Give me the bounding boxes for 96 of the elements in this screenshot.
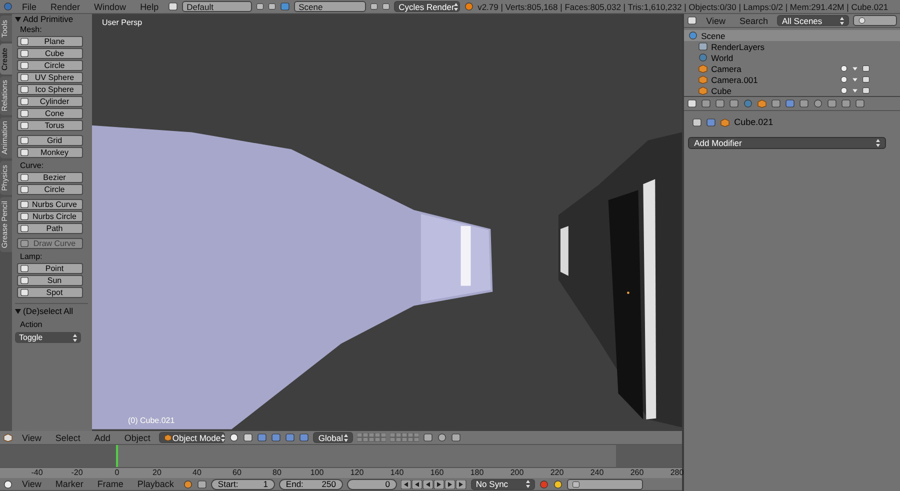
frame-tick-label: 120 [350, 468, 364, 477]
outliner-row[interactable]: Scene [684, 30, 900, 41]
add-primitive-button[interactable]: Torus [17, 120, 83, 131]
add-primitive-button[interactable]: Circle [17, 184, 83, 195]
end-frame-field[interactable]: End: 250 [278, 478, 343, 490]
layer-grid-icon[interactable] [357, 433, 386, 442]
cube-icon [3, 433, 13, 442]
frame-tick-label: 200 [510, 468, 524, 477]
menu-item[interactable]: File [17, 2, 42, 12]
add-primitive-button[interactable]: Spot [17, 287, 83, 298]
menu-item[interactable]: Render [46, 2, 86, 12]
frame-tick-label: 160 [430, 468, 444, 477]
menu-item[interactable]: View [17, 479, 46, 489]
frame-tick-label: 40 [192, 468, 202, 477]
mode-dropdown[interactable]: Object Mode [159, 432, 226, 443]
orientation-dropdown[interactable]: Global [313, 432, 354, 443]
add-primitive-button[interactable]: Monkey [17, 147, 83, 158]
up-down-arrows-icon [840, 16, 844, 24]
up-down-arrows-icon [220, 434, 225, 442]
render-engine-dropdown[interactable]: Cycles Render [394, 1, 460, 12]
action-dropdown[interactable]: Toggle [15, 332, 81, 343]
add-primitive-button[interactable]: Sun [17, 275, 83, 286]
outliner-row[interactable]: RenderLayers [684, 41, 900, 52]
collapse-triangle-icon[interactable] [15, 308, 21, 314]
menu-item[interactable]: Search [734, 16, 773, 26]
add-primitive-button[interactable]: Cylinder [17, 96, 83, 107]
group-label: Curve: [19, 160, 45, 170]
outliner-row[interactable]: World [684, 52, 900, 63]
add-primitive-button[interactable]: Nurbs Curve [17, 199, 83, 210]
add-primitive-button[interactable]: Plane [17, 36, 83, 47]
frame-tick-label: 60 [232, 468, 242, 477]
group-label: Mesh: [19, 24, 43, 34]
menu-item[interactable]: View [17, 432, 46, 442]
add-primitive-button[interactable]: UV Sphere [17, 72, 83, 83]
frame-tick-label: 260 [630, 468, 644, 477]
panel-title[interactable]: Add Primitive [23, 14, 74, 24]
group-label: Lamp: [19, 251, 44, 261]
frame-tick-label: -40 [31, 468, 43, 477]
search-field[interactable] [853, 15, 897, 26]
menu-item[interactable]: Frame [92, 479, 128, 489]
scene-stats: v2.79 | Verts:805,168 | Faces:805,032 | Tris:1,610,232 | Objects:0/30 | Lamps:0/2 | Mem:291.42M | Cube.021 [478, 2, 888, 12]
object-icon [698, 64, 708, 73]
add-primitive-button[interactable]: Point [17, 263, 83, 274]
frame-tick-label: 80 [272, 468, 282, 477]
view-label: User Persp [102, 18, 142, 27]
scene-filter-dropdown[interactable]: All Scenes [777, 15, 849, 26]
menu-item[interactable]: View [701, 16, 730, 26]
add-modifier-dropdown[interactable]: Add Modifier [688, 137, 886, 149]
up-down-arrows-icon [73, 334, 77, 342]
add-primitive-button[interactable]: Nurbs Circle [17, 211, 83, 222]
panel-title[interactable]: (De)select All [23, 306, 74, 316]
add-primitive-button[interactable]: Bezier [17, 172, 83, 183]
layer-grid-icon[interactable] [390, 433, 420, 442]
frame-tick-label: 220 [550, 468, 564, 477]
playback-controls-icon[interactable] [400, 480, 467, 488]
object-icon [698, 75, 708, 84]
menu-item[interactable]: Marker [50, 479, 88, 489]
cube-icon [164, 433, 172, 442]
layout-selector[interactable]: Default [182, 1, 252, 12]
object-icon [720, 118, 730, 126]
frame-tick-label: 0 [114, 468, 120, 477]
menu-item[interactable]: Playback [132, 479, 179, 489]
menu-item[interactable]: Add [89, 432, 116, 442]
menu-item[interactable]: Window [89, 2, 132, 12]
menu-item[interactable]: Object [119, 432, 156, 442]
up-down-arrows-icon [344, 434, 348, 442]
start-frame-field[interactable]: Start: 1 [210, 478, 275, 490]
outliner-row[interactable]: Camera.001 [684, 74, 900, 85]
up-down-arrows-icon [876, 139, 880, 147]
frame-tick-label: 100 [310, 468, 324, 477]
add-primitive-button[interactable]: Cube [17, 48, 83, 59]
scene-selector[interactable]: Scene [294, 1, 366, 12]
outliner-row[interactable]: Cube [684, 85, 900, 96]
menu-item[interactable]: Select [50, 432, 86, 442]
add-primitive-button[interactable]: Grid [17, 135, 83, 146]
frame-tick-label: 140 [390, 468, 404, 477]
current-frame-field[interactable]: 0 [346, 478, 397, 490]
keying-set-field[interactable] [566, 478, 643, 490]
object-icon [698, 86, 708, 95]
collapse-triangle-icon[interactable] [15, 16, 21, 22]
add-primitive-button[interactable]: Path [17, 223, 83, 234]
frame-tick-label: 20 [152, 468, 162, 477]
up-down-arrows-icon [526, 480, 530, 488]
frame-tick-label: 240 [590, 468, 604, 477]
field-label: Action [19, 319, 44, 329]
frame-tick-label: 180 [470, 468, 484, 477]
object-label: (0) Cube.021 [128, 416, 175, 425]
add-primitive-button[interactable]: Cone [17, 108, 83, 119]
add-primitive-button[interactable]: Ico Sphere [17, 84, 83, 95]
add-primitive-button[interactable]: Circle [17, 60, 83, 71]
outliner-row[interactable]: Camera [684, 63, 900, 74]
sync-dropdown[interactable]: No Sync [470, 478, 535, 490]
object-name: Cube.021 [734, 117, 774, 127]
menu-item[interactable]: Help [135, 2, 164, 12]
up-down-arrows-icon [454, 2, 458, 10]
frame-tick-label: -20 [71, 468, 83, 477]
